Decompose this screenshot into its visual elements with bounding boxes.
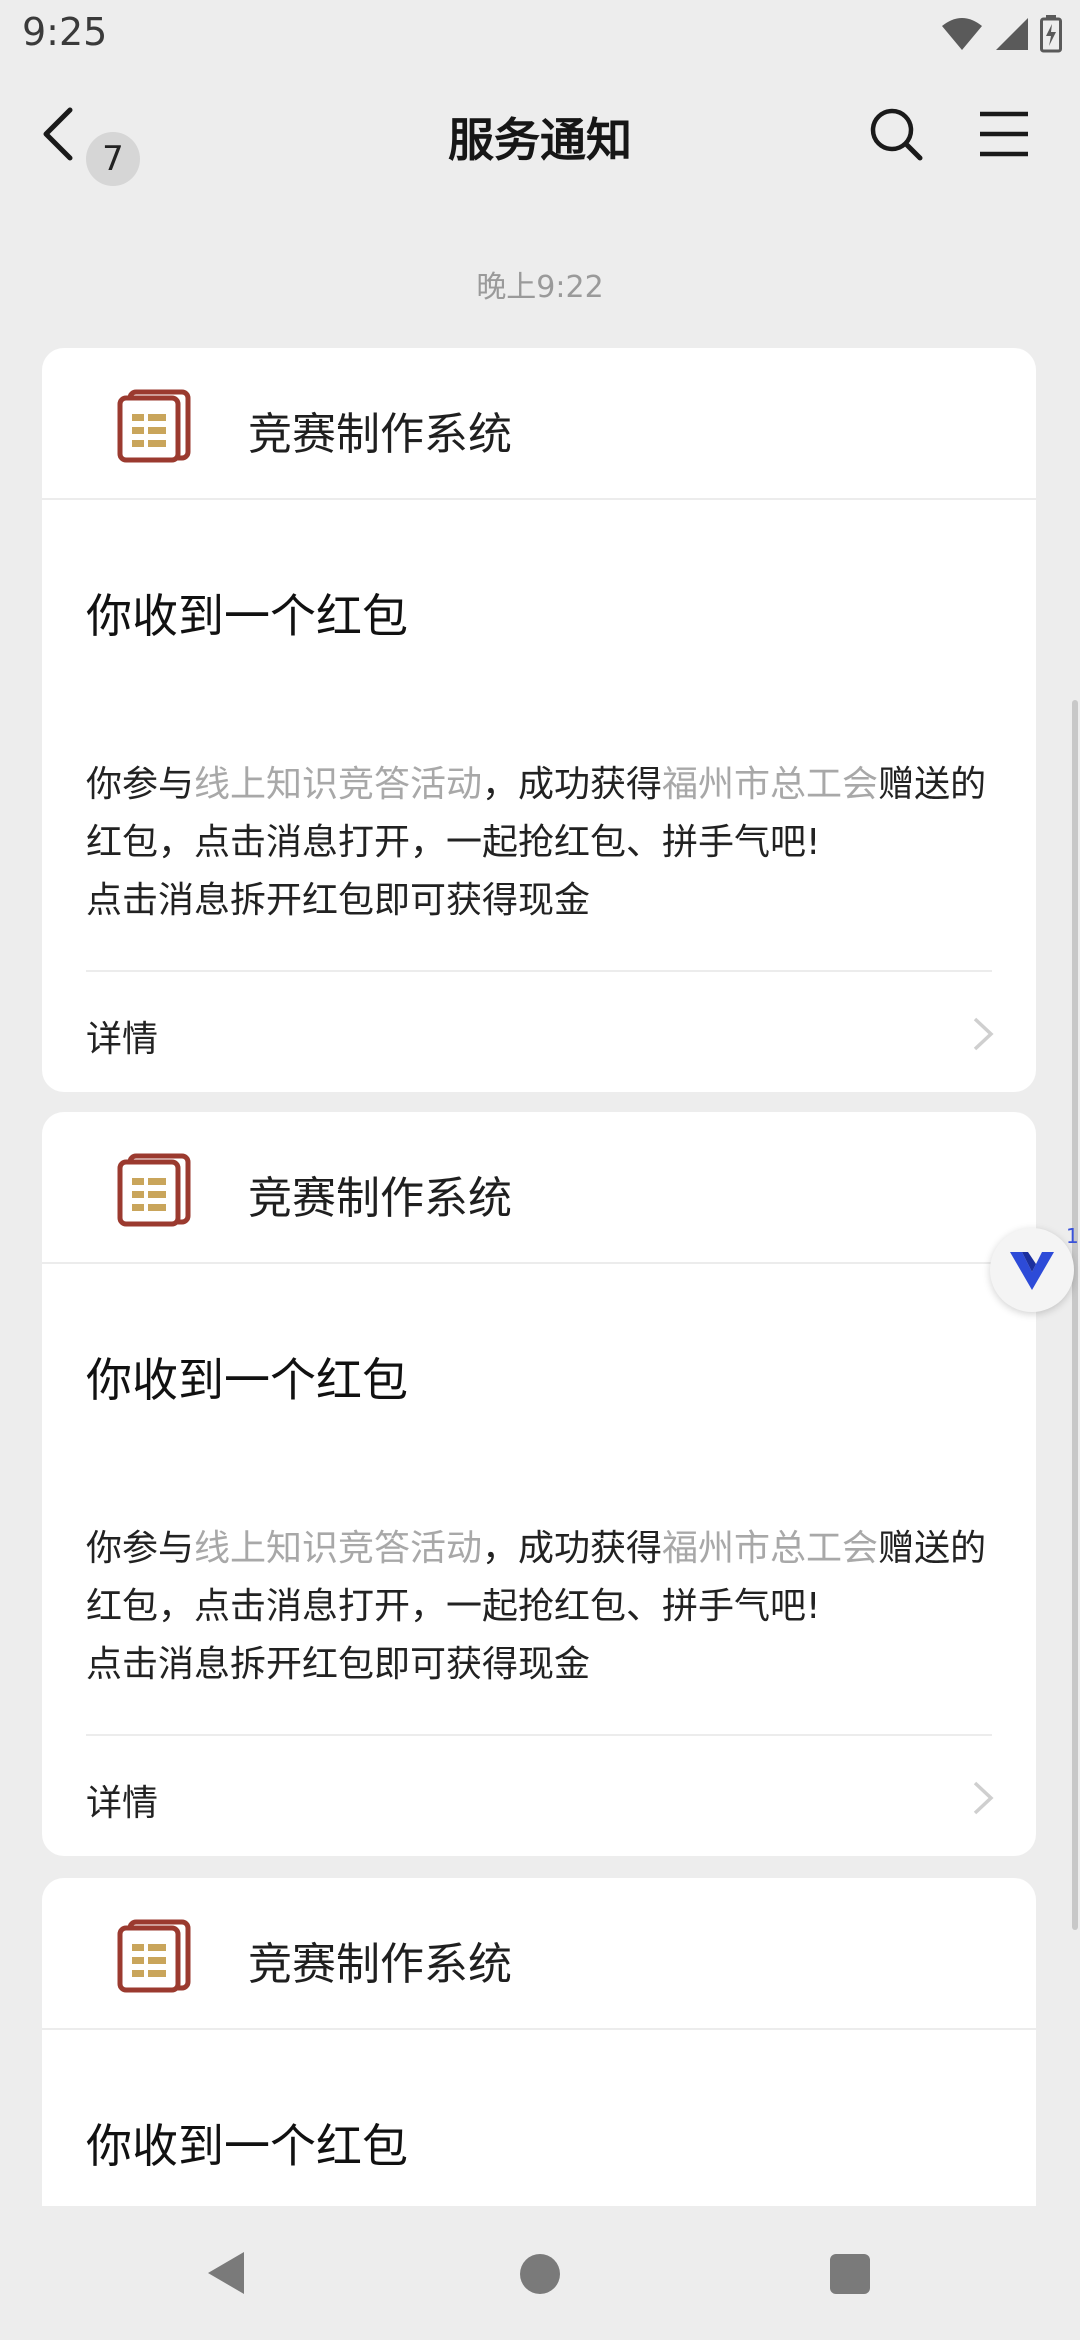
card-header: 竞赛制作系统 <box>42 348 1036 500</box>
details-row[interactable]: 详情 <box>42 972 1036 1092</box>
body-text: 你参与 <box>86 764 195 805</box>
app-ledger-icon <box>117 1919 191 1993</box>
organization-name: 福州市总工会 <box>662 1528 879 1569</box>
activity-name: 线上知识竞答活动 <box>194 764 483 805</box>
card-title: 你收到一个红包 <box>86 2119 408 2173</box>
v-logo-icon <box>1010 1252 1054 1290</box>
status-icons <box>940 14 1062 54</box>
body-text: 点击消息拆开红包即可获得现金 <box>86 880 591 921</box>
floating-widget-count: 1 <box>1066 1224 1079 1248</box>
notification-card[interactable]: 竞赛制作系统 你收到一个红包 你参与线上知识竞答活动，成功获得福州市总工会赠送的… <box>42 1112 1036 1856</box>
app-name: 竞赛制作系统 <box>248 1939 512 1990</box>
nav-recents-icon[interactable] <box>830 2254 870 2294</box>
message-timestamp: 晚上9:22 <box>476 270 604 305</box>
battery-icon <box>1040 15 1062 53</box>
chevron-right-icon <box>973 1781 994 1815</box>
menu-icon[interactable] <box>978 110 1030 158</box>
notification-card[interactable]: 竞赛制作系统 你收到一个红包 <box>42 1878 1036 2206</box>
body-text: ，成功获得 <box>482 764 663 805</box>
status-bar: 9:25 <box>0 0 1080 66</box>
nav-home-icon[interactable] <box>520 2254 560 2294</box>
details-label: 详情 <box>86 1783 159 1824</box>
signal-icon <box>996 18 1028 50</box>
app-ledger-icon <box>117 1153 191 1227</box>
activity-name: 线上知识竞答活动 <box>194 1528 483 1569</box>
card-body: 你参与线上知识竞答活动，成功获得福州市总工会赠送的红包，点击消息打开，一起抢红包… <box>86 1520 1006 1694</box>
chevron-right-icon <box>973 1017 994 1051</box>
app-name: 竞赛制作系统 <box>248 1173 512 1224</box>
details-label: 详情 <box>86 1019 159 1060</box>
scrollbar[interactable] <box>1072 700 1078 1930</box>
card-body: 你参与线上知识竞答活动，成功获得福州市总工会赠送的红包，点击消息打开，一起抢红包… <box>86 756 1006 930</box>
card-header: 竞赛制作系统 <box>42 1878 1036 2030</box>
body-text: ，成功获得 <box>482 1528 663 1569</box>
organization-name: 福州市总工会 <box>662 764 879 805</box>
notification-card[interactable]: 竞赛制作系统 你收到一个红包 你参与线上知识竞答活动，成功获得福州市总工会赠送的… <box>42 348 1036 1092</box>
card-header: 竞赛制作系统 <box>42 1112 1036 1264</box>
status-time: 9:25 <box>22 10 108 54</box>
card-title: 你收到一个红包 <box>86 1353 408 1407</box>
card-title: 你收到一个红包 <box>86 589 408 643</box>
nav-back-icon[interactable] <box>204 2250 248 2296</box>
app-ledger-icon <box>117 389 191 463</box>
system-nav-bar <box>0 2206 1080 2340</box>
app-name: 竞赛制作系统 <box>248 409 512 460</box>
floating-assistant-button[interactable] <box>990 1228 1074 1312</box>
wifi-icon <box>942 18 982 50</box>
body-text: 点击消息拆开红包即可获得现金 <box>86 1644 591 1685</box>
title-bar: 7 服务通知 <box>0 66 1080 200</box>
body-text: 你参与 <box>86 1528 195 1569</box>
details-row[interactable]: 详情 <box>42 1736 1036 1856</box>
search-icon[interactable] <box>868 106 924 162</box>
